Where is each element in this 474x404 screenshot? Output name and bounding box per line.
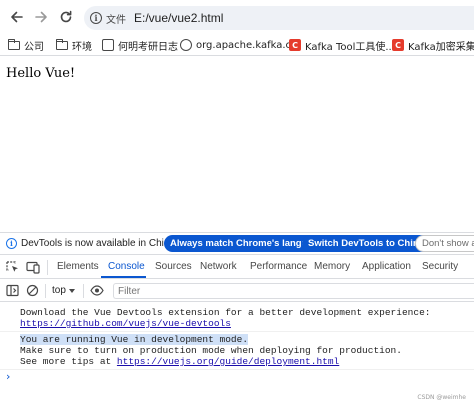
- bookmark-kafka-encrypt[interactable]: C Kafka加密采集监: [392, 37, 474, 53]
- csdn-c-icon: C: [289, 39, 301, 51]
- page-content: Hello Vue!: [0, 56, 474, 232]
- bookmarks-bar: 公司 环境 何明考研日志 org.apache.kafka.c... C Kaf…: [0, 34, 474, 56]
- forward-arrow-icon[interactable]: [32, 8, 50, 26]
- highlighted-text: You are running Vue in development mode.: [20, 334, 249, 345]
- tab-divider: [47, 260, 48, 275]
- console-line: Download the Vue Devtools extension for …: [20, 307, 431, 318]
- folder-icon: [7, 38, 20, 50]
- bookmark-label: 公司: [24, 41, 44, 53]
- reload-icon[interactable]: [57, 8, 75, 26]
- site-info-chip[interactable]: i 文件: [90, 10, 126, 26]
- info-icon: i: [6, 238, 17, 249]
- tab-console[interactable]: Console: [108, 261, 145, 272]
- console-line: https://github.com/vuejs/vue-devtools: [20, 318, 231, 329]
- devtools-tabbar: Elements Console Sources Network Perform…: [0, 256, 474, 279]
- back-arrow-icon[interactable]: [8, 8, 26, 26]
- hello-text: Hello Vue!: [6, 66, 76, 81]
- info-icon: i: [90, 12, 102, 24]
- tab-security[interactable]: Security: [422, 261, 458, 272]
- site-info-label: 文件: [106, 14, 126, 26]
- globe-icon: [180, 39, 192, 51]
- message-separator: [0, 331, 474, 332]
- chevron-down-icon[interactable]: [69, 289, 75, 293]
- filter-divider: [45, 284, 46, 298]
- bookmark-label: 环境: [72, 41, 92, 53]
- console-line: See more tips at https://vuejs.org/guide…: [20, 356, 339, 367]
- clear-console-icon[interactable]: [26, 284, 40, 297]
- device-toolbar-icon[interactable]: [26, 261, 40, 274]
- tab-performance[interactable]: Performance: [250, 261, 307, 272]
- bookmark-folder-environment[interactable]: 环境: [55, 37, 92, 53]
- language-infobar: i DevTools is now available in Chinese! …: [0, 233, 474, 255]
- vue-devtools-link[interactable]: https://github.com/vuejs/vue-devtools: [20, 318, 231, 329]
- console-output: Download the Vue Devtools extension for …: [0, 303, 474, 404]
- sidebar-toggle-icon[interactable]: [6, 284, 20, 297]
- tab-network[interactable]: Network: [200, 261, 237, 272]
- page-icon: [102, 39, 114, 51]
- console-prompt-icon[interactable]: ›: [6, 371, 10, 382]
- browser-toolbar: i 文件 E:/vue/vue2.html: [0, 0, 474, 34]
- console-filter-bar: top: [0, 280, 474, 302]
- message-separator: [0, 369, 474, 370]
- devtools-panel: i DevTools is now available in Chinese! …: [0, 232, 474, 404]
- folder-icon: [55, 38, 68, 50]
- tab-memory[interactable]: Memory: [314, 261, 350, 272]
- filter-divider: [83, 284, 84, 298]
- context-selector[interactable]: top: [52, 285, 66, 296]
- bookmark-study-log[interactable]: 何明考研日志: [102, 37, 178, 53]
- tab-application[interactable]: Application: [362, 261, 411, 272]
- console-line: You are running Vue in development mode.: [20, 334, 249, 345]
- tab-sources[interactable]: Sources: [155, 261, 192, 272]
- url-text[interactable]: E:/vue/vue2.html: [134, 11, 223, 25]
- live-expression-eye-icon[interactable]: [90, 284, 104, 297]
- inspect-element-icon[interactable]: [6, 261, 20, 274]
- bookmark-label: org.apache.kafka.c...: [196, 39, 301, 51]
- watermark: CSDN @weimhe: [417, 394, 466, 401]
- bookmark-label: Kafka Tool工具使...: [305, 41, 395, 53]
- csdn-c-icon: C: [392, 39, 404, 51]
- bookmark-folder-company[interactable]: 公司: [7, 37, 44, 53]
- console-text: See more tips at: [20, 356, 117, 367]
- bookmark-label: Kafka加密采集监: [408, 41, 474, 53]
- console-filter-input[interactable]: [113, 283, 474, 299]
- bookmark-label: 何明考研日志: [118, 41, 178, 53]
- tab-elements[interactable]: Elements: [57, 261, 99, 272]
- dont-show-again-button[interactable]: Don't show ag: [415, 235, 474, 252]
- bookmark-kafka-tool[interactable]: C Kafka Tool工具使...: [289, 37, 395, 53]
- active-tab-indicator: [101, 276, 146, 278]
- console-line: Make sure to turn on production mode whe…: [20, 345, 402, 356]
- bookmark-kafka-apache[interactable]: org.apache.kafka.c...: [180, 37, 301, 53]
- deployment-guide-link[interactable]: https://vuejs.org/guide/deployment.html: [117, 356, 339, 367]
- address-bar[interactable]: i 文件 E:/vue/vue2.html: [84, 6, 474, 30]
